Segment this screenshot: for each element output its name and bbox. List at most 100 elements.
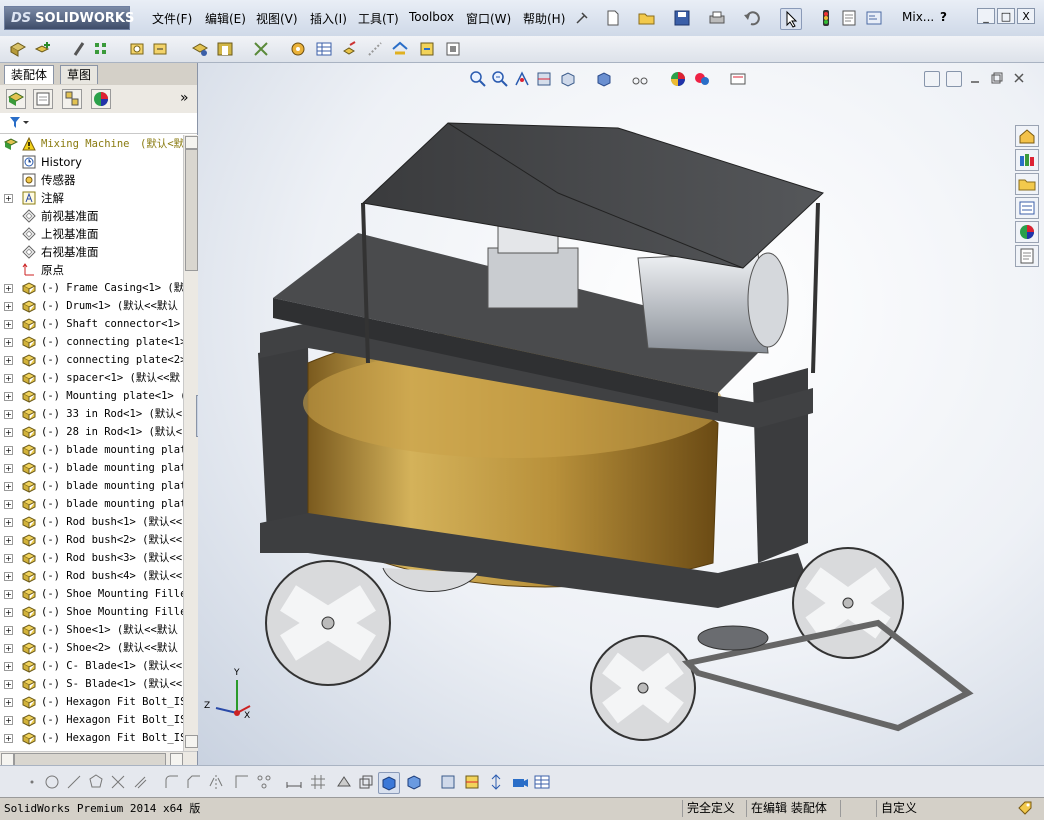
expand-node-icon[interactable]: + (4, 680, 13, 689)
reference-geometry-icon[interactable] (251, 39, 271, 59)
tree-item[interactable]: + (-) Frame Casing<1> (默认 (0, 279, 183, 297)
tree-item[interactable]: + (-) Drum<1> (默认<<默认 (0, 297, 183, 315)
grid-icon[interactable] (308, 772, 328, 792)
tree-item[interactable]: + (-) Shoe Mounting Fille (0, 603, 183, 621)
polygon-icon[interactable] (86, 772, 106, 792)
close-button[interactable]: X (1017, 8, 1035, 24)
design-library-icon[interactable] (1015, 149, 1039, 171)
tree-item[interactable]: + (-) Shoe Mounting Fille (0, 585, 183, 603)
view-palette-icon[interactable] (1015, 197, 1039, 219)
expand-node-icon[interactable]: + (4, 626, 13, 635)
tree-item[interactable]: + (-) Rod bush<3> (默认<< (0, 549, 183, 567)
new-motion-study-icon[interactable] (288, 39, 308, 59)
convert-entities-icon[interactable] (232, 772, 252, 792)
linear-pattern-icon[interactable] (92, 39, 112, 59)
sketch-pattern-icon[interactable] (254, 772, 274, 792)
tree-item[interactable]: + (-) spacer<1> (默认<<默 (0, 369, 183, 387)
tree-item[interactable]: + (-) blade mounting plat (0, 459, 183, 477)
tree-item[interactable]: + (-) blade mounting plat (0, 441, 183, 459)
smart-fasteners-icon[interactable] (127, 39, 147, 59)
expand-node-icon[interactable]: + (4, 500, 13, 509)
tree-item[interactable]: 右视基准面 (0, 243, 183, 261)
point-icon[interactable] (22, 772, 42, 792)
expand-node-icon[interactable]: + (4, 698, 13, 707)
tree-item[interactable]: + (-) blade mounting plat (0, 495, 183, 513)
tree-item[interactable]: + (-) Rod bush<1> (默认<< (0, 513, 183, 531)
feature-manager-icon[interactable] (6, 89, 26, 109)
expand-node-icon[interactable]: + (4, 518, 13, 527)
appearances-icon[interactable] (1015, 221, 1039, 243)
tree-item[interactable]: + (-) blade mounting plat (0, 477, 183, 495)
filter-icon[interactable] (8, 114, 32, 132)
menu-view[interactable]: 视图(V) (256, 10, 298, 27)
tree-item[interactable]: + (-) Rod bush<4> (默认<< (0, 567, 183, 585)
interference-detection-icon[interactable] (390, 39, 410, 59)
tree-item[interactable]: + (-) Shaft connector<1> (0, 315, 183, 333)
insert-component-icon[interactable] (33, 39, 53, 59)
print-icon[interactable] (707, 8, 727, 28)
expand-node-icon[interactable]: + (4, 716, 13, 725)
new-document-icon[interactable] (603, 8, 623, 28)
menu-help[interactable]: 帮助(H) (523, 10, 565, 27)
file-properties-icon[interactable] (839, 8, 859, 28)
dimension-icon[interactable] (284, 772, 304, 792)
exploded-view-icon[interactable] (340, 39, 360, 59)
expand-node-icon[interactable]: + (4, 320, 13, 329)
unit-system-selector[interactable]: 自定义 (876, 800, 1001, 817)
tree-item[interactable]: + (-) 28 in Rod<1> (默认< (0, 423, 183, 441)
expand-node-icon[interactable]: + (4, 590, 13, 599)
expand-node-icon[interactable]: + (4, 428, 13, 437)
expand-node-icon[interactable]: + (4, 662, 13, 671)
mirror-entities-icon[interactable] (206, 772, 226, 792)
file-explorer-icon[interactable] (1015, 173, 1039, 195)
view-orientation-small-icon[interactable] (438, 772, 458, 792)
solidworks-resources-icon[interactable] (1015, 125, 1039, 147)
display-manager-icon[interactable] (91, 89, 111, 109)
tree-item[interactable]: + (-) Hexagon Fit Bolt_IS (0, 711, 183, 729)
expand-node-icon[interactable]: + (4, 554, 13, 563)
tree-item[interactable]: + (-) Hexagon Fit Bolt_IS (0, 729, 183, 747)
custom-properties-icon[interactable] (1015, 245, 1039, 267)
expand-node-icon[interactable]: + (4, 356, 13, 365)
expand-node-icon[interactable]: + (4, 338, 13, 347)
wireframe-box-icon[interactable] (356, 772, 376, 792)
property-manager-icon[interactable] (33, 89, 53, 109)
instant3d-icon[interactable] (443, 39, 463, 59)
tree-item[interactable]: 前视基准面 (0, 207, 183, 225)
options-icon[interactable] (864, 8, 884, 28)
solidworks-logo[interactable]: DS SOLIDWORKS (4, 6, 134, 30)
tree-item[interactable]: + (-) C- Blade<1> (默认<< (0, 657, 183, 675)
explode-line-sketch-icon[interactable] (365, 39, 385, 59)
tree-item[interactable]: 原点 (0, 261, 183, 279)
tree-item[interactable]: + 注解 (0, 189, 183, 207)
tree-item[interactable]: + (-) S- Blade<1> (默认<< (0, 675, 183, 693)
tree-item[interactable]: + (-) Hexagon Fit Bolt_IS (0, 693, 183, 711)
menu-tools[interactable]: 工具(T) (358, 10, 399, 27)
minimize-button[interactable]: _ (977, 8, 995, 24)
scroll-up-icon[interactable] (185, 136, 198, 149)
tab-assembly[interactable]: 装配体 (4, 65, 55, 84)
normal-to-icon[interactable] (486, 772, 506, 792)
offset-icon[interactable] (130, 772, 150, 792)
help-icon[interactable]: ? (940, 10, 947, 24)
expand-node-icon[interactable]: + (4, 374, 13, 383)
scroll-thumb[interactable] (185, 149, 198, 271)
component-icon[interactable] (8, 39, 28, 59)
shaded-sketch-icon[interactable] (334, 772, 354, 792)
tree-root-assembly[interactable]: Mixing Machine (默认<默 (0, 135, 183, 153)
select-pointer-icon[interactable] (780, 8, 802, 30)
section-plane-icon[interactable] (462, 772, 482, 792)
save-icon[interactable] (672, 8, 692, 28)
pin-icon[interactable] (572, 8, 592, 28)
clearance-verification-icon[interactable] (417, 39, 437, 59)
camera-view-icon[interactable] (510, 772, 530, 792)
tree-vertical-scrollbar[interactable] (183, 135, 198, 751)
menu-toolbox[interactable]: Toolbox (409, 10, 454, 24)
tree-item[interactable]: + (-) Mounting plate<1> ( (0, 387, 183, 405)
mixing-machine-model[interactable] (198, 63, 1044, 765)
expand-node-icon[interactable]: + (4, 608, 13, 617)
expand-node-icon[interactable]: + (4, 482, 13, 491)
menu-edit[interactable]: 编辑(E) (205, 10, 246, 27)
circle-icon[interactable] (42, 772, 62, 792)
tree-item[interactable]: + (-) Shoe<1> (默认<<默认 (0, 621, 183, 639)
